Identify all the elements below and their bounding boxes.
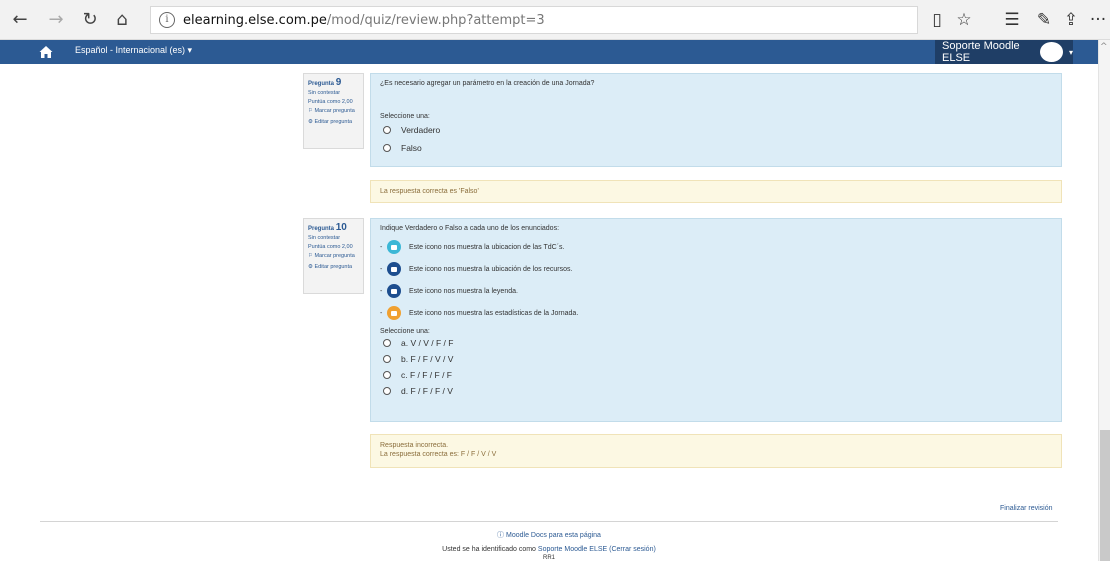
back-icon[interactable]: ← [8,8,32,32]
gear-icon: ⚙ [308,264,313,270]
answer-prompt: Seleccione una: [380,328,430,335]
language-menu[interactable]: Español - Internacional (es) ▾ [75,45,192,56]
moodle-docs-link[interactable]: ⓘ Moodle Docs para esta página [0,530,1098,540]
question-info-9: Pregunta 9 Sin contestar Puntúa como 2,0… [303,73,364,149]
question-feedback-10: Respuesta incorrecta. La respuesta corre… [370,434,1062,468]
radio-button[interactable] [383,355,391,363]
question-state: Sin contestar [308,235,341,241]
question-number: Pregunta 10 [308,222,347,233]
question-content-9: ¿Es necesario agregar un parámetro en la… [370,73,1062,167]
info-icon: ⓘ [497,532,505,539]
forward-icon[interactable]: → [44,8,68,32]
answer-option[interactable]: d. F / F / F / V [380,386,1052,396]
moodle-navbar: Español - Internacional (es) ▾ Soporte M… [0,40,1098,64]
favorites-list-icon[interactable]: ☰ [1000,8,1024,32]
question-text: Indique Verdadero o Falso a cada uno de … [380,225,560,232]
more-menu-icon[interactable]: ··· [1086,8,1110,32]
share-icon[interactable]: ⇪ [1059,8,1083,32]
statement-icon [387,240,401,254]
flag-question-link[interactable]: ⚐ Marcar pregunta [308,253,359,259]
answer-option[interactable]: Verdadero [380,125,1052,135]
answer-option[interactable]: c. F / F / F / F [380,370,1052,380]
question-marks: Puntúa como 2,00 [308,244,353,250]
page-reference: RR1 [542,555,555,561]
statement-dash: - [380,243,383,251]
statement-list: - Este icono nos muestra la ubicacion de … [380,240,1052,320]
statement-icon [387,284,401,298]
finish-review-link[interactable]: Finalizar revisión [1000,505,1053,512]
statement-icon [387,306,401,320]
statement-dash: - [380,265,383,273]
login-info: Usted se ha identificado como Soporte Mo… [442,546,656,553]
question-marks: Puntúa como 2,00 [308,99,353,105]
user-menu[interactable]: Soporte Moodle ELSE ▾ [935,40,1073,64]
statement-item: - Este icono nos muestra las estadísticas… [380,306,1052,320]
correct-answer-text: La respuesta correcta es: F / F / V / V [380,451,497,458]
statement-item: - Este icono nos muestra la ubicación de … [380,262,1052,276]
radio-button[interactable] [383,126,391,134]
logout-link[interactable]: (Cerrar sesión) [609,546,656,553]
page-scrollbar[interactable]: ^ [1098,40,1110,561]
correct-answer-text: La respuesta correcta es 'Falso' [380,188,479,195]
radio-button[interactable] [383,144,391,152]
question-content-10: Indique Verdadero o Falso a cada uno de … [370,218,1062,422]
reading-view-icon[interactable]: ▯ [925,8,949,32]
statement-text: Este icono nos muestra la leyenda. [409,287,518,295]
notes-pen-icon[interactable]: ✎ [1032,8,1056,32]
avatar [1040,42,1063,62]
statement-icon [387,262,401,276]
answer-option[interactable]: a. V / V / F / F [380,338,1052,348]
question-feedback-9: La respuesta correcta es 'Falso' [370,180,1062,203]
scroll-up-icon[interactable]: ^ [1100,42,1108,52]
statement-item: - Este icono nos muestra la leyenda. [380,284,1052,298]
footer-divider [40,521,1058,522]
chevron-down-icon: ▾ [1068,47,1073,57]
browser-toolbar: ← → ↻ ⌂ i elearning.else.com.pe/mod/quiz… [0,0,1110,40]
question-state: Sin contestar [308,90,341,96]
flag-question-link[interactable]: ⚐ Marcar pregunta [308,108,359,114]
statement-text: Este icono nos muestra la ubicacion de l… [409,243,565,251]
home-icon[interactable]: ⌂ [110,8,134,32]
scroll-thumb[interactable] [1100,430,1110,561]
flag-icon: ⚐ [308,253,313,259]
radio-button[interactable] [383,371,391,379]
question-number: Pregunta 9 [308,77,342,88]
incorrect-answer-text: Respuesta incorrecta. [380,442,449,449]
statement-dash: - [380,309,383,317]
edit-question-link[interactable]: ⚙ Editar pregunta [308,119,359,125]
answer-prompt: Seleccione una: [380,113,430,120]
statement-text: Este icono nos muestra la ubicación de l… [409,265,573,273]
site-info-icon[interactable]: i [159,12,175,28]
question-text: ¿Es necesario agregar un parámetro en la… [380,80,595,87]
url-path: /mod/quiz/review.php?attempt=3 [326,12,545,28]
radio-button[interactable] [383,387,391,395]
edit-question-link[interactable]: ⚙ Editar pregunta [308,264,359,270]
user-name: Soporte Moodle ELSE [942,40,1020,64]
user-profile-link[interactable]: Soporte Moodle ELSE [538,546,607,553]
flag-icon: ⚐ [308,108,313,114]
answer-option-list: a. V / V / F / F b. F / F / V / V c. F / F… [380,338,1052,396]
radio-button[interactable] [383,339,391,347]
url-host: elearning.else.com.pe [183,12,327,28]
question-info-10: Pregunta 10 Sin contestar Puntúa como 2,… [303,218,364,294]
gear-icon: ⚙ [308,119,313,125]
statement-text: Este icono nos muestra las estadísticas … [409,309,579,317]
answer-option[interactable]: Falso [380,143,1052,153]
refresh-icon[interactable]: ↻ [78,8,102,32]
answer-option[interactable]: b. F / F / V / V [380,354,1052,364]
statement-dash: - [380,287,383,295]
statement-item: - Este icono nos muestra la ubicacion de … [380,240,1052,254]
home-icon[interactable] [38,44,54,60]
favorite-star-icon[interactable]: ☆ [952,8,976,32]
address-bar[interactable]: i elearning.else.com.pe/mod/quiz/review.… [150,6,918,34]
